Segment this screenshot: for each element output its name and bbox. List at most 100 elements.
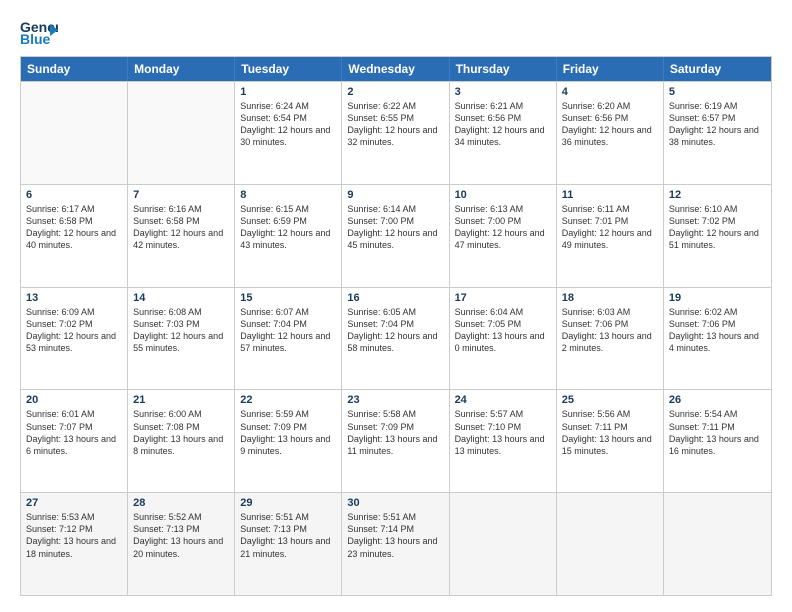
cell-info: Sunrise: 6:03 AMSunset: 7:06 PMDaylight:… bbox=[562, 306, 658, 355]
weekday-header: Friday bbox=[557, 57, 664, 81]
cell-info: Sunrise: 6:17 AMSunset: 6:58 PMDaylight:… bbox=[26, 203, 122, 252]
calendar-cell: 1 Sunrise: 6:24 AMSunset: 6:54 PMDaylight… bbox=[235, 82, 342, 184]
calendar-cell: 25Sunrise: 5:56 AMSunset: 7:11 PMDayligh… bbox=[557, 390, 664, 492]
calendar-cell: 20Sunrise: 6:01 AMSunset: 7:07 PMDayligh… bbox=[21, 390, 128, 492]
day-number: 29 bbox=[240, 497, 336, 509]
calendar-cell: 13Sunrise: 6:09 AMSunset: 7:02 PMDayligh… bbox=[21, 288, 128, 390]
day-number: 25 bbox=[562, 394, 658, 406]
calendar-cell: 7 Sunrise: 6:16 AMSunset: 6:58 PMDaylight… bbox=[128, 185, 235, 287]
day-number: 5 bbox=[669, 86, 766, 98]
cell-info: Sunrise: 5:51 AMSunset: 7:13 PMDaylight:… bbox=[240, 511, 336, 560]
calendar-cell bbox=[128, 82, 235, 184]
page: General Blue SundayMondayTuesdayWednesda… bbox=[0, 0, 792, 612]
calendar-cell: 6 Sunrise: 6:17 AMSunset: 6:58 PMDaylight… bbox=[21, 185, 128, 287]
weekday-header: Saturday bbox=[664, 57, 771, 81]
calendar-cell: 11 Sunrise: 6:11 AMSunset: 7:01 PMDayligh… bbox=[557, 185, 664, 287]
day-number: 10 bbox=[455, 189, 551, 201]
cell-info: Sunrise: 6:00 AMSunset: 7:08 PMDaylight:… bbox=[133, 408, 229, 457]
calendar-cell bbox=[450, 493, 557, 595]
cell-info: Sunrise: 6:07 AMSunset: 7:04 PMDaylight:… bbox=[240, 306, 336, 355]
day-number: 8 bbox=[240, 189, 336, 201]
cell-info: Sunrise: 6:11 AMSunset: 7:01 PMDaylight:… bbox=[562, 203, 658, 252]
calendar-cell bbox=[557, 493, 664, 595]
day-number: 2 bbox=[347, 86, 443, 98]
cell-info: Sunrise: 6:19 AMSunset: 6:57 PMDaylight:… bbox=[669, 100, 766, 149]
cell-info: Sunrise: 6:24 AMSunset: 6:54 PMDaylight:… bbox=[240, 100, 336, 149]
cell-info: Sunrise: 5:57 AMSunset: 7:10 PMDaylight:… bbox=[455, 408, 551, 457]
cell-info: Sunrise: 6:16 AMSunset: 6:58 PMDaylight:… bbox=[133, 203, 229, 252]
day-number: 23 bbox=[347, 394, 443, 406]
day-number: 15 bbox=[240, 292, 336, 304]
calendar-cell: 4 Sunrise: 6:20 AMSunset: 6:56 PMDaylight… bbox=[557, 82, 664, 184]
calendar-header: SundayMondayTuesdayWednesdayThursdayFrid… bbox=[21, 57, 771, 81]
weekday-header: Wednesday bbox=[342, 57, 449, 81]
day-number: 21 bbox=[133, 394, 229, 406]
calendar-cell: 15 Sunrise: 6:07 AMSunset: 7:04 PMDayligh… bbox=[235, 288, 342, 390]
calendar-cell: 17Sunrise: 6:04 AMSunset: 7:05 PMDayligh… bbox=[450, 288, 557, 390]
day-number: 12 bbox=[669, 189, 766, 201]
day-number: 6 bbox=[26, 189, 122, 201]
day-number: 19 bbox=[669, 292, 766, 304]
day-number: 1 bbox=[240, 86, 336, 98]
cell-info: Sunrise: 6:21 AMSunset: 6:56 PMDaylight:… bbox=[455, 100, 551, 149]
calendar-cell: 21 Sunrise: 6:00 AMSunset: 7:08 PMDayligh… bbox=[128, 390, 235, 492]
calendar-cell: 9 Sunrise: 6:14 AMSunset: 7:00 PMDaylight… bbox=[342, 185, 449, 287]
day-number: 3 bbox=[455, 86, 551, 98]
weekday-header: Thursday bbox=[450, 57, 557, 81]
svg-text:Blue: Blue bbox=[20, 31, 51, 46]
header: General Blue bbox=[20, 16, 772, 46]
calendar-cell: 27 Sunrise: 5:53 AMSunset: 7:12 PMDayligh… bbox=[21, 493, 128, 595]
day-number: 11 bbox=[562, 189, 658, 201]
calendar-cell: 30 Sunrise: 5:51 AMSunset: 7:14 PMDayligh… bbox=[342, 493, 449, 595]
cell-info: Sunrise: 6:02 AMSunset: 7:06 PMDaylight:… bbox=[669, 306, 766, 355]
cell-info: Sunrise: 5:54 AMSunset: 7:11 PMDaylight:… bbox=[669, 408, 766, 457]
cell-info: Sunrise: 5:51 AMSunset: 7:14 PMDaylight:… bbox=[347, 511, 443, 560]
cell-info: Sunrise: 6:13 AMSunset: 7:00 PMDaylight:… bbox=[455, 203, 551, 252]
calendar-cell: 24 Sunrise: 5:57 AMSunset: 7:10 PMDayligh… bbox=[450, 390, 557, 492]
day-number: 27 bbox=[26, 497, 122, 509]
calendar-cell: 14Sunrise: 6:08 AMSunset: 7:03 PMDayligh… bbox=[128, 288, 235, 390]
cell-info: Sunrise: 5:52 AMSunset: 7:13 PMDaylight:… bbox=[133, 511, 229, 560]
day-number: 18 bbox=[562, 292, 658, 304]
cell-info: Sunrise: 6:20 AMSunset: 6:56 PMDaylight:… bbox=[562, 100, 658, 149]
cell-info: Sunrise: 5:53 AMSunset: 7:12 PMDaylight:… bbox=[26, 511, 122, 560]
calendar-cell: 28 Sunrise: 5:52 AMSunset: 7:13 PMDayligh… bbox=[128, 493, 235, 595]
calendar-cell: 2 Sunrise: 6:22 AMSunset: 6:55 PMDaylight… bbox=[342, 82, 449, 184]
calendar-cell: 26 Sunrise: 5:54 AMSunset: 7:11 PMDayligh… bbox=[664, 390, 771, 492]
calendar-cell: 3 Sunrise: 6:21 AMSunset: 6:56 PMDaylight… bbox=[450, 82, 557, 184]
cell-info: Sunrise: 6:05 AMSunset: 7:04 PMDaylight:… bbox=[347, 306, 443, 355]
calendar-row: 20Sunrise: 6:01 AMSunset: 7:07 PMDayligh… bbox=[21, 389, 771, 492]
logo: General Blue bbox=[20, 16, 58, 46]
calendar-row: 13Sunrise: 6:09 AMSunset: 7:02 PMDayligh… bbox=[21, 287, 771, 390]
calendar-row: 27 Sunrise: 5:53 AMSunset: 7:12 PMDayligh… bbox=[21, 492, 771, 595]
calendar-cell: 29 Sunrise: 5:51 AMSunset: 7:13 PMDayligh… bbox=[235, 493, 342, 595]
cell-info: Sunrise: 6:14 AMSunset: 7:00 PMDaylight:… bbox=[347, 203, 443, 252]
day-number: 26 bbox=[669, 394, 766, 406]
cell-info: Sunrise: 6:04 AMSunset: 7:05 PMDaylight:… bbox=[455, 306, 551, 355]
cell-info: Sunrise: 6:15 AMSunset: 6:59 PMDaylight:… bbox=[240, 203, 336, 252]
calendar-body: 1 Sunrise: 6:24 AMSunset: 6:54 PMDaylight… bbox=[21, 81, 771, 595]
day-number: 4 bbox=[562, 86, 658, 98]
day-number: 9 bbox=[347, 189, 443, 201]
day-number: 7 bbox=[133, 189, 229, 201]
calendar-cell: 10 Sunrise: 6:13 AMSunset: 7:00 PMDayligh… bbox=[450, 185, 557, 287]
calendar-cell: 23 Sunrise: 5:58 AMSunset: 7:09 PMDayligh… bbox=[342, 390, 449, 492]
cell-info: Sunrise: 5:58 AMSunset: 7:09 PMDaylight:… bbox=[347, 408, 443, 457]
day-number: 16 bbox=[347, 292, 443, 304]
calendar-cell: 18 Sunrise: 6:03 AMSunset: 7:06 PMDayligh… bbox=[557, 288, 664, 390]
calendar-row: 1 Sunrise: 6:24 AMSunset: 6:54 PMDaylight… bbox=[21, 81, 771, 184]
day-number: 30 bbox=[347, 497, 443, 509]
day-number: 24 bbox=[455, 394, 551, 406]
logo-icon: General Blue bbox=[20, 16, 58, 46]
cell-info: Sunrise: 6:22 AMSunset: 6:55 PMDaylight:… bbox=[347, 100, 443, 149]
calendar-cell bbox=[664, 493, 771, 595]
cell-info: Sunrise: 6:01 AMSunset: 7:07 PMDaylight:… bbox=[26, 408, 122, 457]
weekday-header: Sunday bbox=[21, 57, 128, 81]
weekday-header: Monday bbox=[128, 57, 235, 81]
weekday-header: Tuesday bbox=[235, 57, 342, 81]
calendar-cell: 12 Sunrise: 6:10 AMSunset: 7:02 PMDayligh… bbox=[664, 185, 771, 287]
cell-info: Sunrise: 6:09 AMSunset: 7:02 PMDaylight:… bbox=[26, 306, 122, 355]
day-number: 28 bbox=[133, 497, 229, 509]
cell-info: Sunrise: 6:10 AMSunset: 7:02 PMDaylight:… bbox=[669, 203, 766, 252]
cell-info: Sunrise: 6:08 AMSunset: 7:03 PMDaylight:… bbox=[133, 306, 229, 355]
